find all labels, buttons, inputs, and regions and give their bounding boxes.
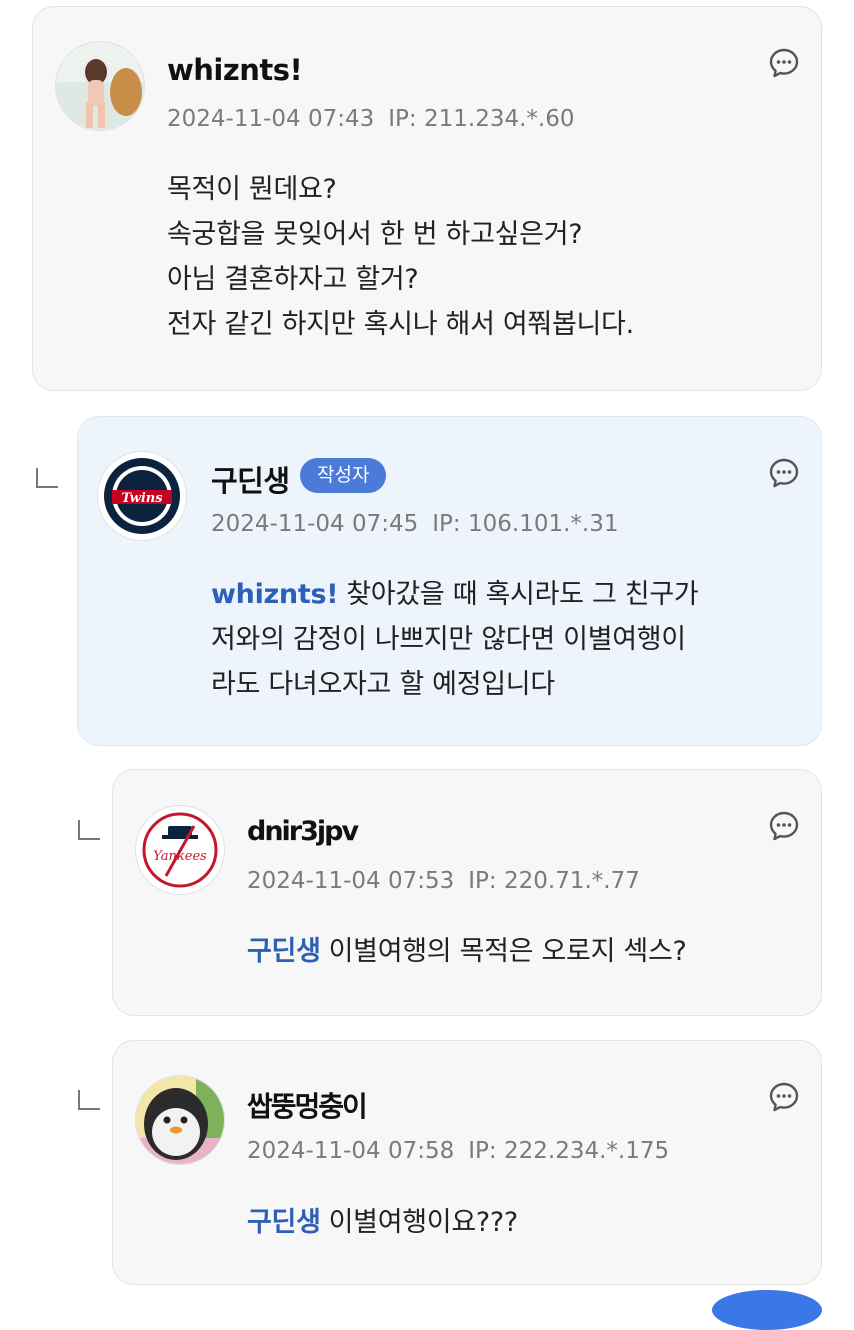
comment-card: whiznts! 2024-11-04 07:43 IP: 211.234.*.6… [32, 6, 822, 391]
penguin-icon [136, 1076, 224, 1164]
comment-body: 구딘생 이별여행이요??? [247, 1200, 518, 1245]
floating-action-button[interactable] [712, 1290, 822, 1330]
svg-text:Yankees: Yankees [153, 849, 207, 864]
mention-link[interactable]: whiznts! [211, 579, 339, 610]
comment-meta: 2024-11-04 07:53 IP: 220.71.*.77 [247, 868, 640, 894]
comment-body: whiznts! 찾아갔을 때 혹시라도 그 친구가 저와의 감정이 나쁘지만 않… [211, 572, 699, 707]
ip-address: IP: 222.234.*.175 [468, 1138, 670, 1164]
comment-text: 이별여행이요??? [328, 1207, 519, 1238]
comment-line: 저와의 감정이 나쁘지만 않다면 이별여행이 [211, 624, 686, 655]
comment-body: 목적이 뭔데요? 속궁합을 못잊어서 한 번 하고싶은거? 아님 결혼하자고 할… [167, 167, 634, 347]
reply-corner-icon [36, 468, 58, 488]
mention-link[interactable]: 구딘생 [247, 936, 321, 967]
comment-text: 이별여행의 목적은 오로지 섹스? [328, 936, 687, 967]
speech-bubble-icon[interactable] [768, 47, 800, 79]
comment-line: 아님 결혼하자고 할거? [167, 264, 419, 295]
avatar[interactable] [55, 41, 145, 131]
speech-bubble-icon[interactable] [768, 457, 800, 489]
reply-corner-icon [78, 820, 100, 840]
timestamp: 2024-11-04 07:43 [167, 106, 375, 132]
username[interactable]: 구딘생 [211, 458, 290, 500]
avatar[interactable]: Yankees [135, 805, 225, 895]
comment-line: 전자 같긴 하지만 혹시나 해서 여쭤봅니다. [167, 309, 634, 340]
speech-bubble-icon[interactable] [768, 1081, 800, 1113]
ip-address: IP: 106.101.*.31 [432, 511, 619, 537]
comment-line: 구딘생 이별여행이요??? [247, 1200, 518, 1245]
comment-card: 쌉뚱멍충이 2024-11-04 07:58 IP: 222.234.*.175 … [112, 1040, 822, 1285]
username[interactable]: 쌉뚱멍충이 [247, 1085, 368, 1125]
avatar[interactable] [135, 1075, 225, 1165]
avatar[interactable]: Twins [97, 451, 187, 541]
timestamp: 2024-11-04 07:45 [211, 511, 419, 537]
timestamp: 2024-11-04 07:53 [247, 868, 455, 894]
comment-line: whiznts! 찾아갔을 때 혹시라도 그 친구가 [211, 572, 699, 617]
username[interactable]: dnir3jpv [247, 816, 359, 847]
comment-card: Yankees dnir3jpv 2024-11-04 07:53 IP: 220… [112, 769, 822, 1016]
comment-body: 구딘생 이별여행의 목적은 오로지 섹스? [247, 929, 687, 974]
comment-meta: 2024-11-04 07:45 IP: 106.101.*.31 [211, 511, 618, 537]
ip-address: IP: 220.71.*.77 [468, 868, 640, 894]
comment-line: 속궁합을 못잊어서 한 번 하고싶은거? [167, 219, 583, 250]
reply-corner-icon [78, 1090, 100, 1110]
comment-text: 찾아갔을 때 혹시라도 그 친구가 [346, 579, 699, 610]
mention-link[interactable]: 구딘생 [247, 1207, 321, 1238]
comment-line: 구딘생 이별여행의 목적은 오로지 섹스? [247, 929, 687, 974]
ip-address: IP: 211.234.*.60 [388, 106, 575, 132]
comment-meta: 2024-11-04 07:43 IP: 211.234.*.60 [167, 106, 574, 132]
speech-bubble-icon[interactable] [768, 810, 800, 842]
author-badge: 작성자 [300, 458, 387, 493]
comment-line: 라도 다녀오자고 할 예정입니다 [211, 669, 555, 700]
username[interactable]: whiznts! [167, 53, 303, 87]
comment-line: 목적이 뭔데요? [167, 174, 337, 205]
svg-text:Twins: Twins [121, 491, 163, 506]
comment-card: Twins 구딘생 작성자 2024-11-04 07:45 IP: 106.10… [77, 416, 822, 746]
user-photo-icon [56, 42, 144, 130]
comment-meta: 2024-11-04 07:58 IP: 222.234.*.175 [247, 1138, 669, 1164]
yankees-logo-icon: Yankees [136, 806, 224, 894]
timestamp: 2024-11-04 07:58 [247, 1138, 455, 1164]
twins-logo-icon: Twins [98, 452, 186, 540]
